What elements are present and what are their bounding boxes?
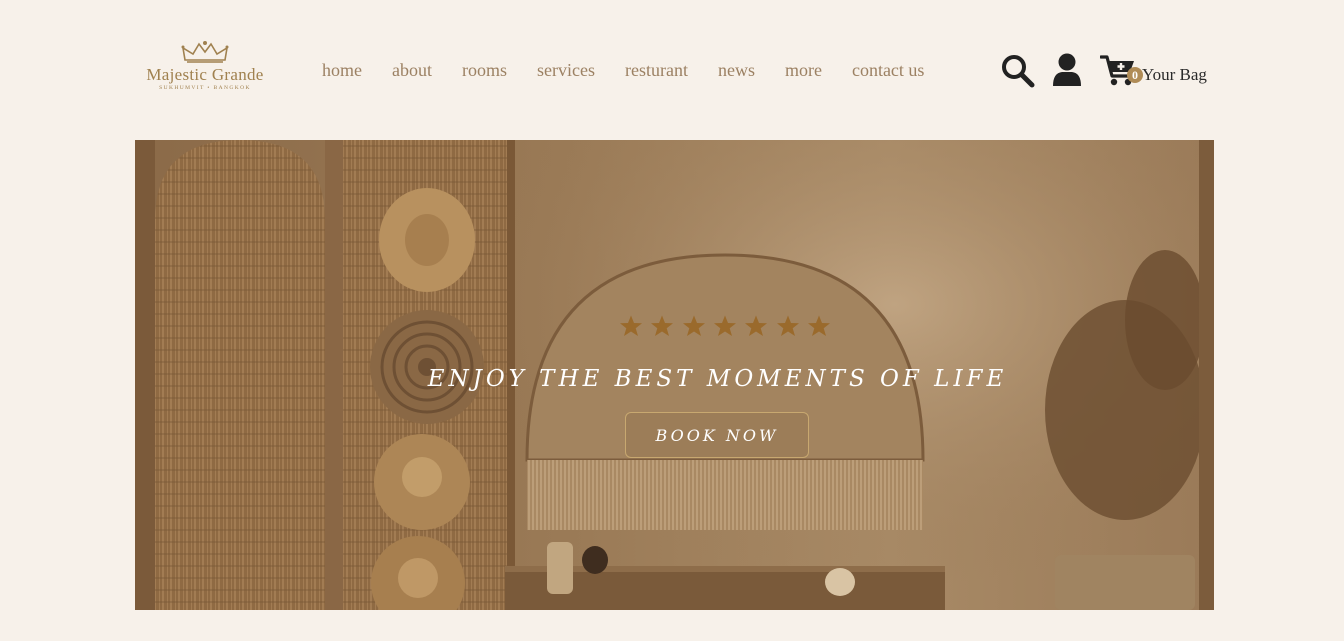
hero-tagline: ENJOY THE BEST MOMENTS OF LIFE xyxy=(427,366,1008,392)
logo-subtitle: SUKHUMVIT • BANGKOK xyxy=(159,85,251,91)
book-now-button[interactable]: BOOK NOW xyxy=(625,412,809,458)
nav-rooms[interactable]: rooms xyxy=(462,58,507,84)
star-icon xyxy=(713,315,736,336)
nav-more[interactable]: more xyxy=(785,58,822,84)
user-icon[interactable] xyxy=(1052,53,1082,87)
nav-news[interactable]: news xyxy=(718,58,755,84)
logo[interactable]: Majestic Grande SUKHUMVIT • BANGKOK xyxy=(135,40,275,104)
nav-home[interactable]: home xyxy=(322,58,362,84)
star-icon xyxy=(620,315,642,336)
nav-resturant[interactable]: resturant xyxy=(625,58,688,84)
logo-title: Majestic Grande xyxy=(146,65,264,84)
crown-icon xyxy=(181,41,229,63)
star-icon xyxy=(807,315,830,336)
star-icon xyxy=(745,315,768,336)
rating-stars xyxy=(619,314,831,338)
main-nav: home about rooms services resturant news… xyxy=(322,58,924,84)
star-icon xyxy=(776,315,799,336)
star-icon xyxy=(651,315,674,336)
hero-banner: ENJOY THE BEST MOMENTS OF LIFE BOOK NOW xyxy=(135,140,1214,610)
bag-count-badge: 0 xyxy=(1127,67,1143,83)
nav-contact-us[interactable]: contact us xyxy=(852,58,924,84)
star-icon xyxy=(682,315,705,336)
nav-about[interactable]: about xyxy=(392,58,432,84)
bag-label[interactable]: Your Bag xyxy=(1142,65,1207,85)
nav-services[interactable]: services xyxy=(537,58,595,84)
search-icon[interactable] xyxy=(1001,54,1035,88)
